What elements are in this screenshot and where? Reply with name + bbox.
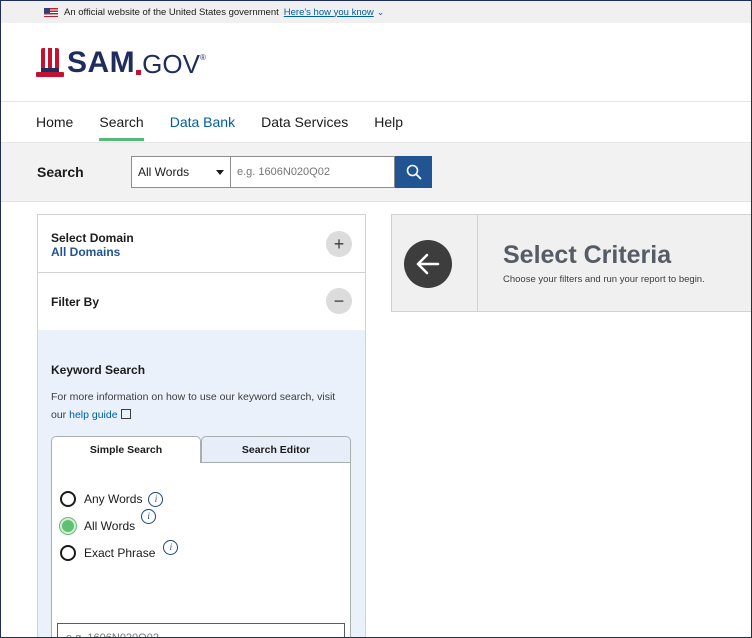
simple-search-panel: Any Words i All Words i Exact Phrase i [51,463,351,637]
main-nav: Home Search Data Bank Data Services Help [1,102,751,143]
option-exact-phrase[interactable]: Exact Phrase i [60,539,179,561]
search-label: Search [37,164,84,180]
nav-data-services[interactable]: Data Services [261,102,348,142]
heres-how-you-know-link[interactable]: Here's how you know [284,7,374,18]
search-input[interactable] [231,156,395,188]
gov-banner-text: An official website of the United States… [64,6,279,18]
nav-home[interactable]: Home [36,102,73,142]
option-label: All Words [84,519,136,533]
external-link-icon [120,409,131,419]
criteria-subtitle: Choose your filters and run your report … [503,274,705,285]
uncle-sam-hat-icon [36,47,64,77]
search-button[interactable] [395,156,432,188]
filter-by-title: Filter By [51,295,100,309]
header: SAM GOV ® [1,23,751,102]
select-domain-row[interactable]: Select Domain All Domains + [38,215,365,273]
keyword-input[interactable] [57,623,345,637]
info-icon[interactable]: i [163,539,179,555]
chevron-down-icon[interactable]: ⌄ [377,7,385,18]
app-frame: An official website of the United States… [0,0,752,638]
info-icon[interactable]: i [148,491,164,507]
search-scope-value: All Words [138,165,190,179]
select-domain-title: Select Domain [51,231,134,245]
keyword-search-section: Keyword Search For more information on h… [38,330,365,637]
option-label: Any Words [84,492,143,506]
caret-down-icon [216,169,224,175]
radio-button[interactable] [60,545,76,561]
logo-registered-mark: ® [199,53,206,62]
logo-text: SAM [67,46,136,79]
search-icon [406,164,421,180]
nav-help[interactable]: Help [374,102,403,142]
logo-dot [136,70,142,75]
card-divider [477,215,478,312]
option-any-words[interactable]: Any Words i [60,491,164,507]
option-label: Exact Phrase [84,546,156,560]
select-criteria-card: Select Criteria Choose your filters and … [391,214,751,312]
gov-banner: An official website of the United States… [1,1,751,23]
keyword-search-title: Keyword Search [51,363,146,377]
tab-simple-search[interactable]: Simple Search [51,436,201,463]
search-scope-select[interactable]: All Words [131,156,231,188]
filter-panel: Select Domain All Domains + Filter By − … [37,214,366,637]
sam-logo[interactable]: SAM GOV ® [36,46,206,79]
option-all-words[interactable]: All Words i [60,508,157,534]
info-icon[interactable]: i [141,508,157,524]
select-domain-value: All Domains [51,245,121,259]
keyword-tabs: Simple Search Search Editor [51,436,351,463]
logo-suffix: GOV [142,49,200,79]
criteria-title: Select Criteria [503,241,672,269]
nav-data-bank[interactable]: Data Bank [170,102,235,142]
nav-search[interactable]: Search [99,102,145,142]
help-guide-link[interactable]: help guide [69,409,117,421]
arrow-left-icon [404,240,452,288]
radio-button[interactable] [60,491,76,507]
filter-by-row[interactable]: Filter By − [38,273,365,331]
expand-plus-icon[interactable]: + [326,231,352,257]
search-bar: Search All Words [1,143,751,202]
keyword-search-description: For more information on how to use our k… [51,388,351,424]
collapse-minus-icon[interactable]: − [326,288,352,314]
us-flag-icon [44,7,58,17]
tab-search-editor[interactable]: Search Editor [201,436,351,463]
radio-button-selected[interactable] [60,518,76,534]
